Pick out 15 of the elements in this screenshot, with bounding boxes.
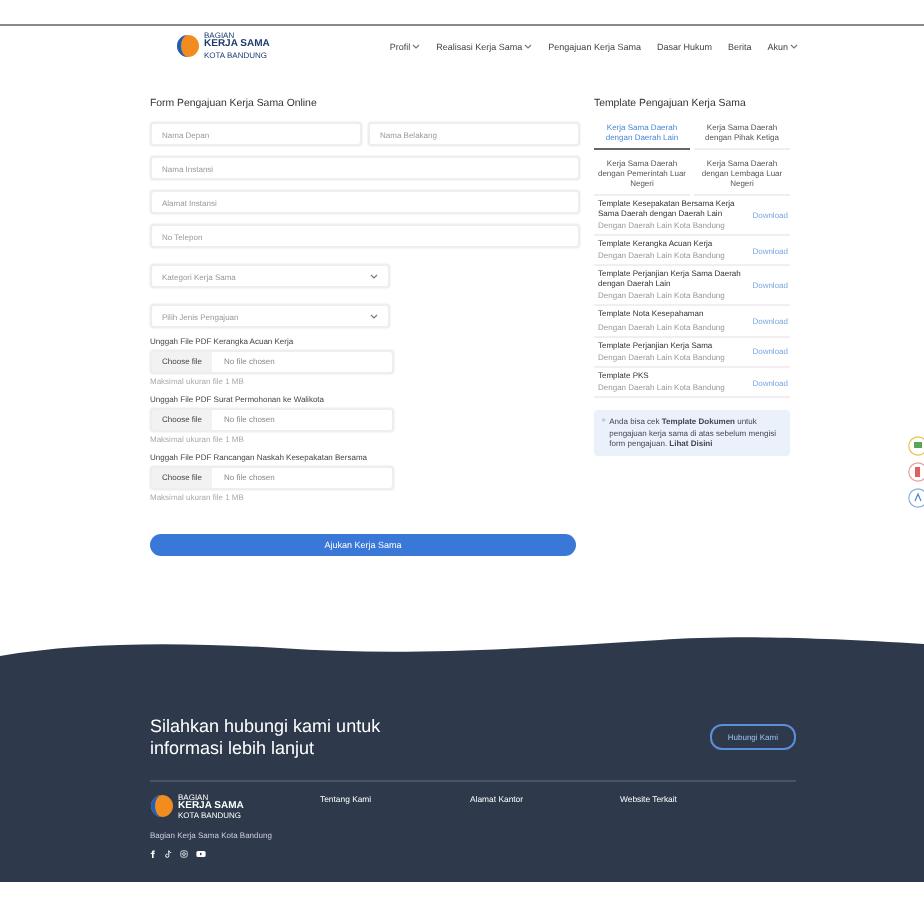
caret-icon [412,43,421,49]
help-icon[interactable] [908,488,924,508]
camera-icon[interactable] [180,850,188,859]
chat-icon[interactable] [908,436,924,456]
facebook-icon[interactable] [150,850,156,859]
footer-heading: Silahkan hubungi kami untuk informasi lebih lanjut [150,716,383,760]
logo-icon [176,34,200,58]
caret-icon [524,43,533,49]
caret-icon [370,313,378,319]
caret-icon [370,273,378,279]
music-note-icon[interactable] [164,850,172,859]
logo-icon [150,794,174,819]
video-play-icon[interactable] [196,850,206,859]
document-icon[interactable] [908,462,924,482]
caret-icon [790,43,798,49]
